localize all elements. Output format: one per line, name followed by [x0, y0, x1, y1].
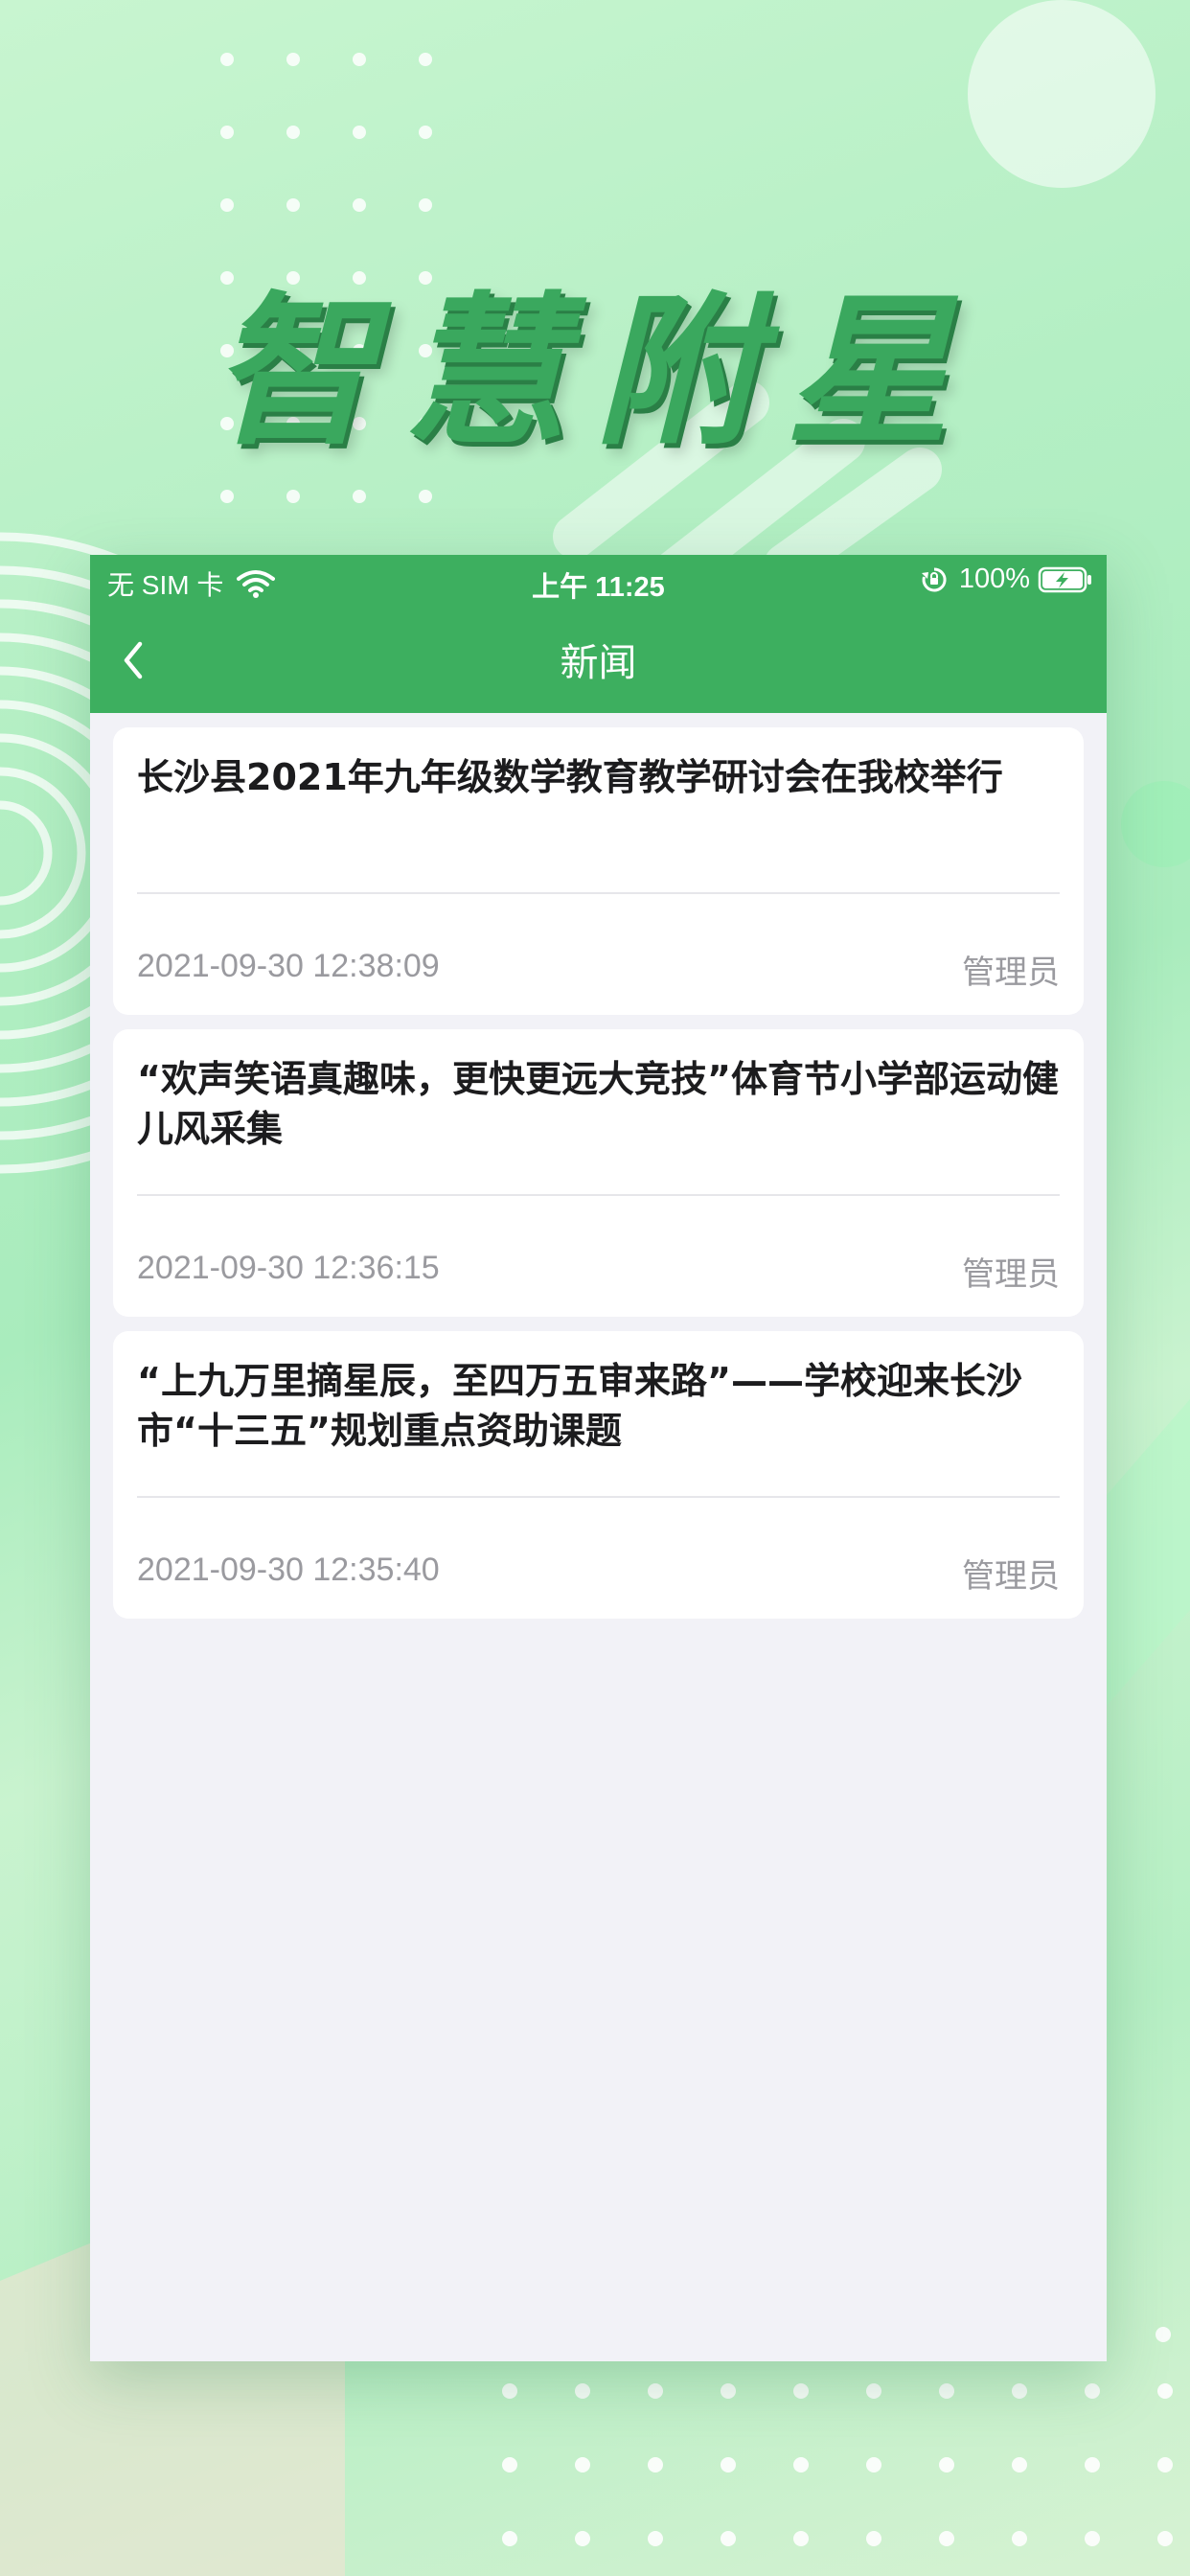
orientation-lock-icon — [921, 566, 948, 593]
navigation-header: 无 SIM 卡 上午 11:25 100% 新闻 — [90, 555, 1107, 713]
divider — [137, 1194, 1060, 1196]
status-bar: 无 SIM 卡 上午 11:25 100% — [90, 555, 1107, 603]
news-date: 2021-09-30 12:36:15 — [137, 1250, 440, 1286]
battery-percentage: 100% — [958, 564, 1030, 594]
divider — [137, 892, 1060, 894]
news-title: “欢声笑语真趣味，更快更远大竞技”体育节小学部运动健儿风采集 — [137, 1058, 1059, 1150]
nav-bar: 新闻 — [90, 603, 1107, 713]
promo-title: 智慧附星 — [211, 276, 978, 468]
news-title: “上九万里摘星辰，至四万五审来路”——学校迎来长沙市“十三五”规划重点资助课题 — [137, 1360, 1022, 1452]
news-author: 管理员 — [962, 1255, 1060, 1294]
news-title: 长沙县2021年九年级数学教育教学研讨会在我校举行 — [137, 756, 1003, 798]
news-author: 管理员 — [962, 954, 1060, 992]
news-item[interactable]: “欢声笑语真趣味，更快更远大竞技”体育节小学部运动健儿风采集 2021-09-3… — [113, 1029, 1084, 1317]
page-title: 新闻 — [560, 641, 637, 685]
battery-charging-icon — [1038, 565, 1093, 594]
news-date: 2021-09-30 12:35:40 — [137, 1552, 440, 1588]
phone-screen: 无 SIM 卡 上午 11:25 100% 新闻 长沙县2021年九年级数学教育… — [90, 555, 1107, 2361]
news-list: 长沙县2021年九年级数学教育教学研讨会在我校举行 2021-09-30 12:… — [113, 727, 1084, 1633]
news-date: 2021-09-30 12:38:09 — [137, 948, 440, 984]
status-right: 100% — [921, 564, 1093, 595]
news-item[interactable]: 长沙县2021年九年级数学教育教学研讨会在我校举行 2021-09-30 12:… — [113, 727, 1084, 1015]
divider — [137, 1496, 1060, 1498]
news-author: 管理员 — [962, 1557, 1060, 1596]
news-item[interactable]: “上九万里摘星辰，至四万五审来路”——学校迎来长沙市“十三五”规划重点资助课题 … — [113, 1331, 1084, 1619]
